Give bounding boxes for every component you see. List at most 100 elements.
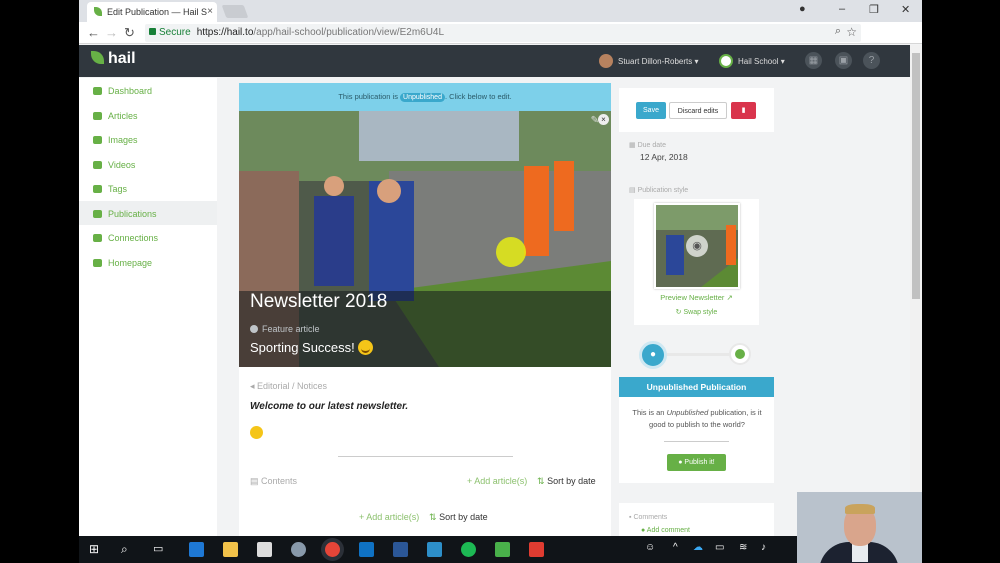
home-icon [93, 258, 102, 267]
recorder-icon[interactable] [529, 542, 544, 557]
mail-icon[interactable] [257, 542, 272, 557]
app-icon[interactable] [291, 542, 306, 557]
prompt-italic: Unpublished [666, 408, 709, 417]
feature-article-title[interactable]: Sporting Success! [250, 340, 373, 355]
sidebar-item-articles[interactable]: Articles [79, 103, 217, 128]
smiley-icon [250, 426, 263, 439]
zoom-icon[interactable]: ⌕ [835, 25, 841, 38]
globe-step[interactable] [729, 343, 751, 365]
windows-start-icon[interactable]: ⊞ [89, 542, 104, 557]
user-name: Stuart Dillon-Roberts [618, 57, 693, 66]
sidebar-item-tags[interactable]: Tags [79, 176, 217, 201]
sort-icon: ⇅ [429, 512, 437, 522]
back-icon[interactable]: ← [87, 25, 100, 40]
hail-logo[interactable]: hail [91, 50, 136, 68]
divider [338, 456, 513, 457]
sidebar-item-label: Videos [108, 159, 136, 170]
camtasia-icon[interactable] [495, 542, 510, 557]
sidebar-item-label: Connections [108, 233, 159, 243]
tab-strip: Edit Publication — Hail S × ● – ❐ ✕ [79, 0, 922, 22]
close-tab-icon[interactable]: × [207, 6, 213, 17]
profile-icon[interactable]: ● [799, 3, 806, 15]
sidebar-item-label: Publications [108, 208, 157, 219]
swap-style-link[interactable]: ↻ Swap style [619, 308, 774, 316]
sort-by-date-button-bottom[interactable]: ⇅ Sort by date [429, 512, 488, 523]
article-icon [93, 111, 102, 120]
inbox-icon[interactable]: ▣ [835, 52, 852, 69]
share-icon [93, 234, 102, 242]
browser-tab[interactable]: Edit Publication — Hail S × [87, 2, 217, 22]
minimize-icon[interactable]: – [839, 3, 845, 15]
restore-icon[interactable]: ❐ [869, 3, 879, 16]
sidebar-item-homepage[interactable]: Homepage [79, 250, 217, 275]
sidebar-item-images[interactable]: Images [79, 127, 217, 152]
editorial-text[interactable]: Welcome to our latest newsletter. [250, 401, 408, 412]
image-icon [93, 136, 102, 144]
chrome-icon[interactable] [325, 542, 340, 557]
sort-by-date-button[interactable]: ⇅ Sort by date [537, 476, 596, 487]
url-input[interactable]: Secure https://hail.to/app/hail-school/pu… [145, 24, 861, 42]
trash-icon: ▮ [741, 107, 746, 114]
style-thumbnail[interactable]: ◉ [654, 203, 740, 289]
user-menu[interactable]: Stuart Dillon-Roberts ▾ [599, 54, 699, 68]
preview-newsletter-link[interactable]: Preview Newsletter ↗ [619, 293, 774, 302]
volume-icon[interactable]: ♪ [761, 542, 776, 557]
external-link-icon: ↗ [726, 293, 733, 302]
onedrive-icon[interactable]: ☁ [693, 542, 708, 557]
comments-label: ▪ Comments [629, 514, 667, 521]
word-icon[interactable] [393, 542, 408, 557]
spotify-icon[interactable] [461, 542, 476, 557]
edge-icon[interactable] [189, 542, 204, 557]
publish-label: Publish it! [684, 459, 715, 466]
leaf-icon [91, 51, 104, 64]
sidebar-item-label: Images [108, 135, 138, 145]
add-comment-link[interactable]: ● Add comment [641, 527, 690, 534]
sidebar-item-videos[interactable]: Videos [79, 152, 217, 177]
scrollbar-thumb[interactable] [912, 53, 920, 299]
avatar [599, 54, 613, 68]
remove-image-icon[interactable]: × [598, 114, 609, 125]
calendar-icon[interactable]: ▦ [805, 52, 822, 69]
sidebar-item-connections[interactable]: Connections [79, 225, 217, 250]
status-banner[interactable]: This publication is Unpublished. Click b… [239, 83, 611, 111]
preview-text: Preview Newsletter [660, 293, 725, 302]
sidebar-item-publications[interactable]: Publications [79, 200, 217, 225]
file-explorer-icon[interactable] [223, 542, 238, 557]
actions-card: Save Discard edits ▮ [619, 88, 774, 132]
sort-icon: ⇅ [537, 476, 545, 486]
outlook-icon[interactable] [359, 542, 374, 557]
due-date-value[interactable]: 12 Apr, 2018 [640, 152, 688, 162]
page-scrollbar[interactable] [910, 45, 922, 537]
feature-label: Feature article [250, 324, 320, 334]
publication-title[interactable]: Newsletter 2018 [250, 291, 387, 313]
org-menu[interactable]: Hail School ▾ [719, 54, 785, 68]
task-view-icon[interactable]: ▭ [153, 542, 168, 557]
sidebar-item-dashboard[interactable]: Dashboard [79, 78, 217, 103]
add-article-button[interactable]: + Add article(s) [467, 476, 527, 486]
save-button[interactable]: Save [636, 102, 666, 119]
sort-label: Sort by date [439, 512, 488, 522]
lock-icon [149, 28, 156, 35]
dashboard-icon [93, 87, 102, 95]
close-window-icon[interactable]: ✕ [901, 3, 910, 16]
people-icon[interactable]: ☺ [645, 542, 660, 557]
forward-icon[interactable]: → [105, 25, 118, 40]
battery-icon[interactable]: ▭ [715, 542, 730, 557]
org-avatar [719, 54, 733, 68]
tray-chevron-icon[interactable]: ^ [673, 542, 688, 557]
publish-button[interactable]: ● Publish it! [667, 454, 726, 471]
feature-image[interactable]: ✎ × Newsletter 2018 Feature article Spor… [239, 111, 611, 367]
wifi-icon[interactable]: ≋ [739, 542, 754, 557]
search-icon[interactable]: ⌕ [121, 542, 136, 557]
discard-edits-button[interactable]: Discard edits [669, 102, 727, 119]
publish-prompt: This is an Unpublished publication, is i… [627, 407, 767, 431]
reload-icon[interactable]: ↻ [124, 25, 135, 41]
users-icon[interactable]: ● [639, 341, 667, 369]
add-article-button-bottom[interactable]: + Add article(s) [359, 512, 419, 522]
delete-button[interactable]: ▮ [731, 102, 756, 119]
new-tab-button[interactable] [221, 5, 249, 18]
webcam-person-hair [845, 504, 875, 514]
help-icon[interactable]: ? [863, 52, 880, 69]
remote-desktop-icon[interactable] [427, 542, 442, 557]
bookmark-star-icon[interactable]: ☆ [846, 25, 857, 39]
